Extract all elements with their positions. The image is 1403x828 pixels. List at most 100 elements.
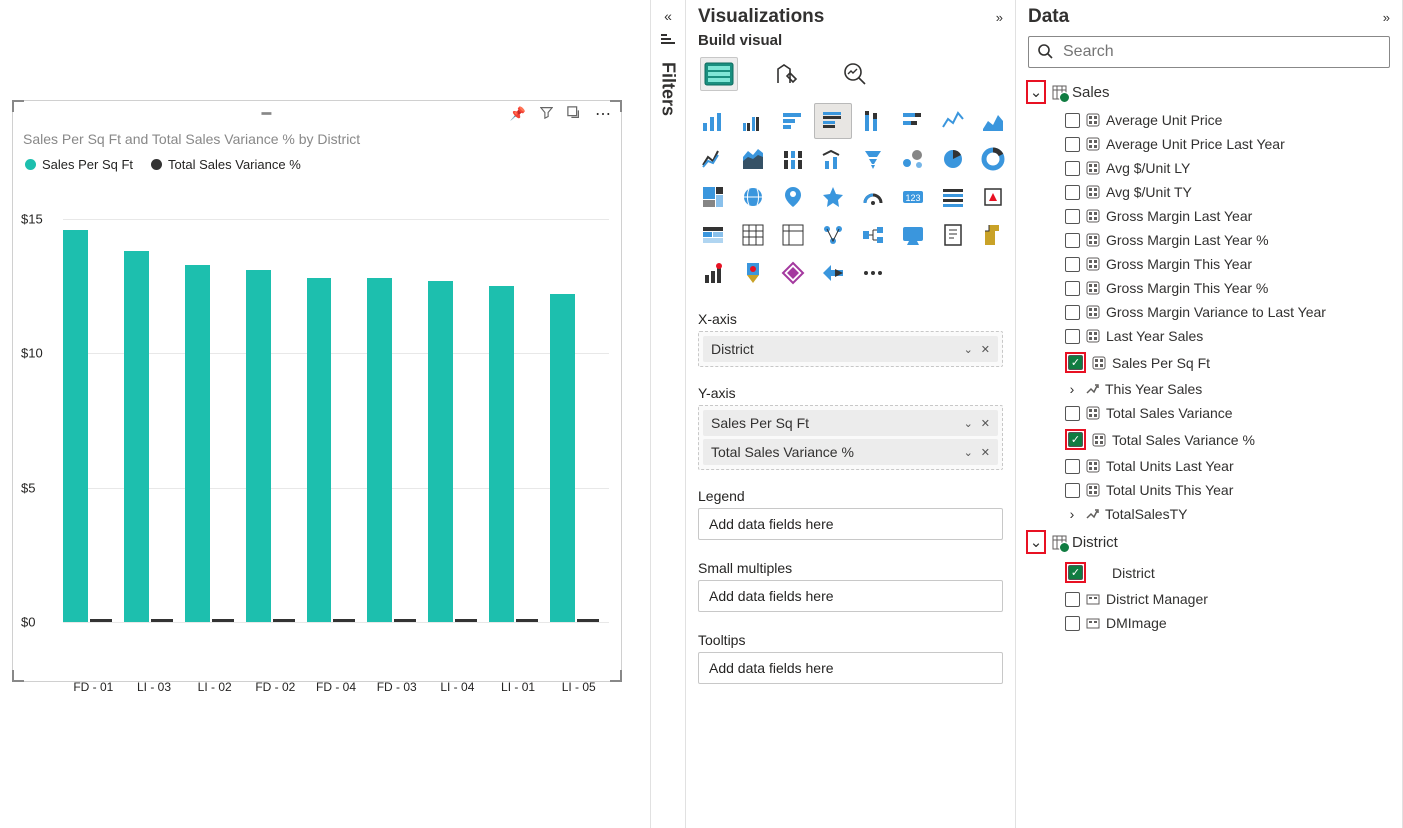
field-row[interactable]: Total Sales Variance xyxy=(1020,401,1398,425)
collapse-viz-icon[interactable]: » xyxy=(996,10,1003,25)
field-chip-total-sales-variance-pct[interactable]: Total Sales Variance % ⌄✕ xyxy=(703,439,998,465)
bar-secondary[interactable] xyxy=(90,619,112,622)
field-checkbox[interactable] xyxy=(1065,406,1080,421)
viz-type-2[interactable] xyxy=(774,103,812,139)
field-row[interactable]: Gross Margin Variance to Last Year xyxy=(1020,300,1398,324)
field-checkbox[interactable] xyxy=(1065,483,1080,498)
field-row[interactable]: ›This Year Sales xyxy=(1020,377,1398,401)
bar-secondary[interactable] xyxy=(455,619,477,622)
field-row[interactable]: Gross Margin Last Year xyxy=(1020,204,1398,228)
field-row[interactable]: Avg $/Unit LY xyxy=(1020,156,1398,180)
table-district[interactable]: ⌄District xyxy=(1020,526,1398,558)
analytics-tab[interactable] xyxy=(836,57,874,91)
field-chip-district[interactable]: District ⌄✕ xyxy=(703,336,998,362)
remove-field-icon[interactable]: ✕ xyxy=(981,417,990,430)
viz-type-34[interactable] xyxy=(774,255,812,291)
field-row[interactable]: District Manager xyxy=(1020,587,1398,611)
drag-grip-icon[interactable]: ━ xyxy=(262,104,270,124)
report-canvas[interactable]: ━ 📌 ⋯ Sales Per Sq Ft and Total Sales Va… xyxy=(0,0,650,828)
field-row[interactable]: Gross Margin This Year xyxy=(1020,252,1398,276)
field-checkbox[interactable] xyxy=(1065,233,1080,248)
viz-type-28[interactable] xyxy=(854,217,892,253)
remove-field-icon[interactable]: ✕ xyxy=(981,343,990,356)
field-row[interactable]: ✓Sales Per Sq Ft xyxy=(1020,348,1398,377)
search-box[interactable] xyxy=(1028,36,1390,68)
collapse-data-icon[interactable]: » xyxy=(1383,10,1390,25)
viz-type-3[interactable] xyxy=(814,103,852,139)
viz-type-16[interactable] xyxy=(694,179,732,215)
viz-type-4[interactable] xyxy=(854,103,892,139)
yaxis-well[interactable]: Sales Per Sq Ft ⌄✕ Total Sales Variance … xyxy=(698,405,1003,470)
viz-type-35[interactable] xyxy=(814,255,852,291)
bar-primary[interactable] xyxy=(124,251,149,622)
field-checkbox[interactable] xyxy=(1065,305,1080,320)
field-checkbox[interactable] xyxy=(1065,185,1080,200)
bar-primary[interactable] xyxy=(489,286,514,622)
viz-type-32[interactable] xyxy=(694,255,732,291)
xaxis-well[interactable]: District ⌄✕ xyxy=(698,331,1003,367)
viz-type-19[interactable] xyxy=(814,179,852,215)
field-checkbox[interactable] xyxy=(1065,257,1080,272)
field-checkbox[interactable]: ✓ xyxy=(1068,432,1083,447)
bar-primary[interactable] xyxy=(428,281,453,622)
bar-secondary[interactable] xyxy=(516,619,538,622)
bar-secondary[interactable] xyxy=(273,619,295,622)
field-row[interactable]: Avg $/Unit TY xyxy=(1020,180,1398,204)
viz-type-7[interactable] xyxy=(974,103,1012,139)
viz-type-27[interactable] xyxy=(814,217,852,253)
expand-filters-icon[interactable]: « xyxy=(664,8,672,24)
viz-type-22[interactable] xyxy=(934,179,972,215)
field-checkbox[interactable] xyxy=(1065,161,1080,176)
remove-field-icon[interactable]: ✕ xyxy=(981,446,990,459)
build-visual-tab[interactable] xyxy=(700,57,738,91)
bar-primary[interactable] xyxy=(63,230,88,622)
viz-type-17[interactable] xyxy=(734,179,772,215)
table-sales[interactable]: ⌄Sales xyxy=(1020,76,1398,108)
bar-secondary[interactable] xyxy=(212,619,234,622)
viz-type-6[interactable] xyxy=(934,103,972,139)
bar-secondary[interactable] xyxy=(577,619,599,622)
viz-type-33[interactable] xyxy=(734,255,772,291)
pin-icon[interactable]: 📌 xyxy=(510,106,526,122)
field-row[interactable]: ✓Total Sales Variance % xyxy=(1020,425,1398,454)
field-row[interactable]: Total Units This Year xyxy=(1020,478,1398,502)
viz-type-14[interactable] xyxy=(934,141,972,177)
field-checkbox[interactable]: ✓ xyxy=(1068,355,1083,370)
field-row[interactable]: Average Unit Price Last Year xyxy=(1020,132,1398,156)
field-row[interactable]: Gross Margin Last Year % xyxy=(1020,228,1398,252)
viz-type-1[interactable] xyxy=(734,103,772,139)
viz-type-29[interactable] xyxy=(894,217,932,253)
viz-type-15[interactable] xyxy=(974,141,1012,177)
field-checkbox[interactable] xyxy=(1065,459,1080,474)
viz-type-30[interactable] xyxy=(934,217,972,253)
filter-icon[interactable] xyxy=(540,106,553,122)
field-checkbox[interactable] xyxy=(1065,137,1080,152)
viz-type-25[interactable] xyxy=(734,217,772,253)
field-row[interactable]: Last Year Sales xyxy=(1020,324,1398,348)
field-row[interactable]: ✓District xyxy=(1020,558,1398,587)
filters-collapsed-rail[interactable]: « Filters xyxy=(650,0,686,828)
format-visual-tab[interactable] xyxy=(768,57,806,91)
chevron-down-icon[interactable]: ⌄ xyxy=(964,417,973,430)
field-checkbox[interactable] xyxy=(1065,592,1080,607)
field-row[interactable]: ›TotalSalesTY xyxy=(1020,502,1398,526)
bar-secondary[interactable] xyxy=(394,619,416,622)
viz-type-13[interactable] xyxy=(894,141,932,177)
field-checkbox[interactable]: ✓ xyxy=(1068,565,1083,580)
chart-visual-tile[interactable]: ━ 📌 ⋯ Sales Per Sq Ft and Total Sales Va… xyxy=(12,100,622,682)
focus-mode-icon[interactable] xyxy=(567,106,581,123)
bar-primary[interactable] xyxy=(246,270,271,622)
viz-type-36[interactable] xyxy=(854,255,892,291)
field-checkbox[interactable] xyxy=(1065,616,1080,631)
viz-type-9[interactable] xyxy=(734,141,772,177)
field-row[interactable]: DMImage xyxy=(1020,611,1398,635)
viz-type-8[interactable] xyxy=(694,141,732,177)
bar-primary[interactable] xyxy=(550,294,575,622)
bar-secondary[interactable] xyxy=(151,619,173,622)
field-chip-sales-per-sqft[interactable]: Sales Per Sq Ft ⌄✕ xyxy=(703,410,998,436)
viz-type-5[interactable] xyxy=(894,103,932,139)
viz-type-10[interactable] xyxy=(774,141,812,177)
viz-type-11[interactable] xyxy=(814,141,852,177)
tooltips-well[interactable]: Add data fields here xyxy=(698,652,1003,684)
search-input[interactable] xyxy=(1061,42,1381,62)
